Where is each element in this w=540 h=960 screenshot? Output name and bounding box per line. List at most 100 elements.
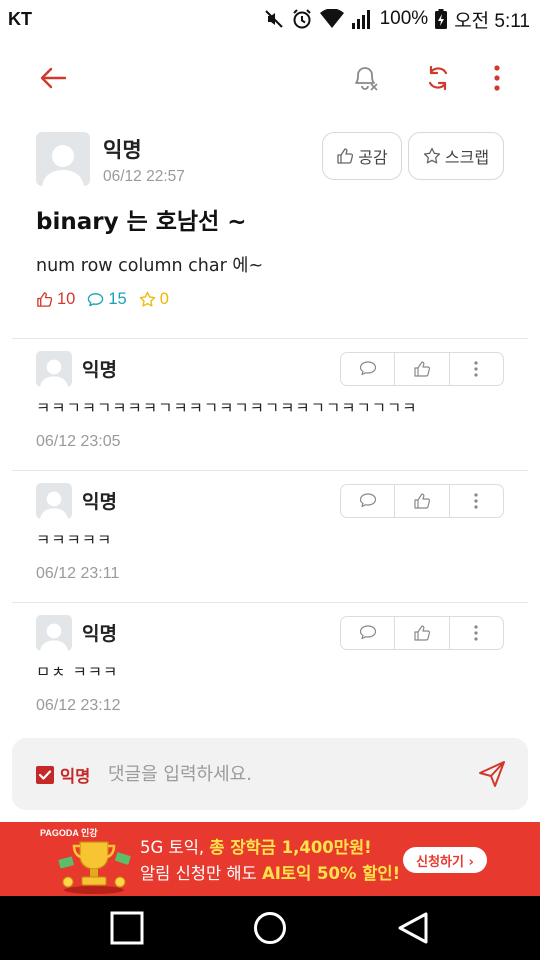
status-icons: 100% 오전 5:11 xyxy=(264,6,530,33)
post-stats: 10 15 0 xyxy=(36,290,169,309)
mute-icon xyxy=(264,9,284,29)
avatar xyxy=(36,351,72,387)
ad-line-2-prefix: 알림 신청만 해도 xyxy=(140,864,262,883)
more-vertical-icon xyxy=(494,65,500,91)
send-button[interactable] xyxy=(476,758,508,790)
like-button[interactable]: 공감 xyxy=(322,132,402,180)
scrap-count-value: 0 xyxy=(159,290,169,308)
ad-line-2-highlight: AI토익 50% 할인! xyxy=(262,864,401,883)
post-author: 익명 xyxy=(103,138,142,162)
back-button[interactable] xyxy=(33,58,73,98)
user-avatar-icon xyxy=(40,491,68,519)
comment-date: 06/12 23:12 xyxy=(36,697,121,714)
signal-icon xyxy=(351,9,373,29)
home-button[interactable] xyxy=(250,908,290,948)
refresh-icon xyxy=(428,65,448,91)
divider xyxy=(12,602,528,603)
post-title: binary 는 호남선 ~ xyxy=(36,209,247,235)
circle-icon xyxy=(254,912,286,944)
comment-icon xyxy=(88,293,104,307)
star-icon xyxy=(139,291,155,307)
more-vertical-icon xyxy=(474,361,478,377)
thumbs-up-icon xyxy=(37,292,53,307)
star-icon xyxy=(423,147,441,164)
comment-more-button[interactable] xyxy=(450,617,503,649)
carrier-label: KT xyxy=(8,8,32,29)
comment-icon xyxy=(359,493,376,508)
arrow-left-icon xyxy=(40,67,67,89)
anonymous-checkbox[interactable] xyxy=(36,766,54,784)
like-count-value: 10 xyxy=(57,290,76,308)
comment-input[interactable] xyxy=(108,758,448,790)
comment-actions xyxy=(340,484,504,518)
comment-more-button[interactable] xyxy=(450,485,503,517)
thumbs-up-icon xyxy=(414,361,431,377)
user-avatar-icon xyxy=(40,623,68,651)
comment-date: 06/12 23:05 xyxy=(36,433,121,450)
ad-line-1-prefix: 5G 토익, xyxy=(140,838,210,857)
check-icon xyxy=(38,770,52,780)
comment-item: 익명 ㅋㅋㄱㅋㄱㅋㅋㅋㄱㅋㅋㄱㅋㄱㅋㄱㅋㅋㄱㄱㅋㄱㄱㄱㅋ 06/12 23:05 xyxy=(36,351,506,471)
post-date: 06/12 22:57 xyxy=(103,168,185,185)
comment-actions xyxy=(340,616,504,650)
comment-author: 익명 xyxy=(82,491,117,513)
ad-cta-button[interactable]: 신청하기 › xyxy=(403,847,487,873)
alarm-icon xyxy=(291,8,313,30)
scrap-count: 0 xyxy=(139,290,169,309)
bell-off-icon xyxy=(355,67,378,91)
comment-author: 익명 xyxy=(82,623,117,645)
like-count: 10 xyxy=(36,290,75,309)
scrap-button-label: 스크랩 xyxy=(444,148,490,167)
comment-item: 익명 ㅋㅋㅋㅋㅋ 06/12 23:11 xyxy=(36,483,506,603)
thumbs-up-icon xyxy=(414,493,431,509)
post-body: num row column char 에~ xyxy=(36,256,264,276)
comment-count-value: 15 xyxy=(108,290,127,308)
comment-actions xyxy=(340,352,504,386)
user-avatar-icon xyxy=(40,359,68,387)
ad-line-1: 5G 토익, 총 장학금 1,400만원! xyxy=(140,834,372,858)
battery-icon xyxy=(435,9,448,29)
reply-button[interactable] xyxy=(341,353,396,385)
comment-composer: 익명 xyxy=(12,738,528,810)
comment-like-button[interactable] xyxy=(395,485,450,517)
recents-button[interactable] xyxy=(107,908,147,948)
triangle-back-icon xyxy=(398,912,428,944)
wifi-icon xyxy=(319,9,344,29)
user-avatar-icon xyxy=(42,145,84,186)
anonymous-label: 익명 xyxy=(60,767,91,786)
notification-off-button[interactable] xyxy=(345,58,385,98)
avatar xyxy=(36,615,72,651)
system-nav-bar xyxy=(0,896,540,960)
more-vertical-icon xyxy=(474,493,478,509)
comment-like-button[interactable] xyxy=(395,353,450,385)
reply-button[interactable] xyxy=(341,485,396,517)
comment-more-button[interactable] xyxy=(450,353,503,385)
like-button-label: 공감 xyxy=(358,148,388,167)
back-nav-button[interactable] xyxy=(393,908,433,948)
comment-icon xyxy=(359,361,376,376)
thumbs-up-icon xyxy=(414,625,431,641)
status-bar: KT 100% 오전 5:11 xyxy=(0,0,540,38)
scrap-button[interactable]: 스크랩 xyxy=(408,132,504,180)
clock: 오전 5:11 xyxy=(454,10,530,32)
comment-item: 익명 ㅁㅊ ㅋㅋㅋ 06/12 23:12 xyxy=(36,615,506,735)
comment-like-button[interactable] xyxy=(395,617,450,649)
comment-text: ㅋㅋㅋㅋㅋ xyxy=(36,531,113,549)
avatar xyxy=(36,483,72,519)
comment-text: ㅋㅋㄱㅋㄱㅋㅋㅋㄱㅋㅋㄱㅋㄱㅋㄱㅋㅋㄱㄱㅋㄱㄱㄱㅋ xyxy=(36,399,418,417)
comment-count: 15 xyxy=(87,290,127,309)
comment-author: 익명 xyxy=(82,359,117,381)
ad-line-2: 알림 신청만 해도 AI토익 50% 할인! xyxy=(140,860,400,884)
refresh-button[interactable] xyxy=(418,58,458,98)
battery-percent: 100% xyxy=(379,8,429,29)
avatar xyxy=(36,132,90,186)
thumbs-up-icon xyxy=(337,148,354,164)
comment-icon xyxy=(359,625,376,640)
comment-date: 06/12 23:11 xyxy=(36,565,120,582)
trophy-icon xyxy=(58,841,131,894)
more-button[interactable] xyxy=(477,58,517,98)
ad-banner[interactable]: PAGODA 인강 5G 토익, 총 장학금 1,400만원! 알림 신청만 해… xyxy=(0,822,540,896)
reply-button[interactable] xyxy=(341,617,396,649)
square-icon xyxy=(110,911,144,945)
more-vertical-icon xyxy=(474,625,478,641)
